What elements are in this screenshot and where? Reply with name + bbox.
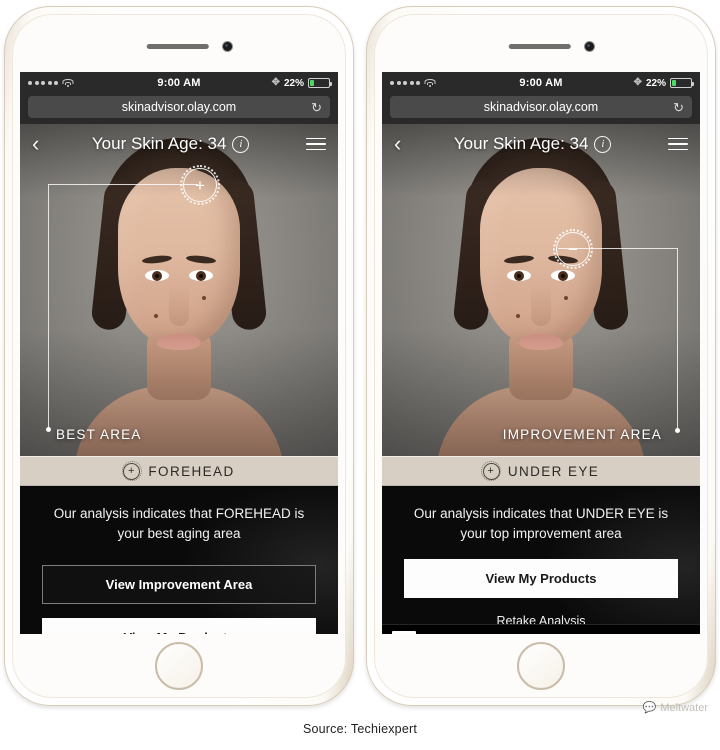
front-camera-icon — [223, 42, 232, 51]
phone-device-left: 9:00 AM ✥ 22% skinadvisor.olay.com ↻ ‹ Y… — [4, 6, 354, 706]
status-bar-time: 9:00 AM — [157, 77, 201, 89]
eye-left — [507, 270, 531, 281]
analysis-panel-right: Our analysis indicates that UNDER EYE is… — [382, 486, 700, 634]
earpiece-speaker-icon — [508, 44, 571, 49]
battery-icon — [308, 78, 332, 88]
status-bar-time: 9:00 AM — [519, 77, 563, 89]
home-button-right[interactable] — [517, 642, 565, 690]
home-button-left[interactable] — [155, 642, 203, 690]
ios-status-bar: 9:00 AM ✥ 22% — [382, 72, 700, 94]
meltwater-watermark: 💬 Meltwater — [643, 702, 708, 714]
earpiece-speaker-icon — [146, 44, 209, 49]
cheek-mole-left — [516, 314, 520, 318]
footer-links-group: Privacy Policy · Terms & Conditions · Ad… — [424, 633, 595, 635]
terms-conditions-link[interactable]: Terms & Conditions — [490, 633, 564, 635]
browser-url-bar[interactable]: skinadvisor.olay.com ↻ — [20, 94, 338, 124]
face-photo-right: − IMPROVEMENT AREA — [382, 124, 700, 456]
analysis-text-left: Our analysis indicates that FOREHEAD is … — [53, 506, 305, 542]
skin-age-title-text: Your Skin Age: 34 — [91, 134, 227, 153]
battery-icon — [670, 78, 694, 88]
url-input[interactable]: skinadvisor.olay.com ↻ — [390, 96, 692, 118]
phone-device-right: 9:00 AM ✥ 22% skinadvisor.olay.com ↻ ‹ Y… — [366, 6, 716, 706]
improvement-area-bracket — [558, 248, 680, 433]
info-icon[interactable]: i — [232, 135, 250, 153]
nose-shape — [531, 284, 551, 326]
view-my-products-button[interactable]: View My Products — [404, 558, 678, 598]
best-area-marker[interactable]: + — [180, 165, 220, 205]
source-caption: Source: Techiexpert — [302, 722, 418, 736]
link-separator: · — [482, 633, 485, 635]
plus-circle-icon: + — [121, 461, 142, 481]
cheek-mole-right — [202, 296, 206, 300]
area-banner-right[interactable]: + UNDER EYE — [382, 456, 700, 486]
url-input[interactable]: skinadvisor.olay.com ↻ — [28, 96, 330, 118]
view-improvement-area-button[interactable]: View Improvement Area — [42, 564, 316, 604]
analysis-text-right: Our analysis indicates that UNDER EYE is… — [413, 506, 669, 542]
banner-label-left: FOREHEAD — [148, 463, 235, 479]
hamburger-menu-icon[interactable] — [306, 137, 326, 151]
area-banner-left[interactable]: + FOREHEAD — [20, 456, 338, 486]
privacy-policy-link[interactable]: Privacy Policy — [424, 633, 477, 635]
reload-icon[interactable]: ↻ — [311, 101, 322, 114]
view-my-products-button[interactable]: View My Products — [42, 617, 316, 634]
watermark-label: Meltwater — [660, 702, 708, 714]
ios-status-bar: 9:00 AM ✥ 22% — [20, 72, 338, 94]
site-footer: ♦ Privacy Policy · Terms & Conditions · … — [382, 624, 700, 634]
reload-icon[interactable]: ↻ — [673, 101, 684, 114]
skin-age-title-text: Your Skin Age: 34 — [453, 134, 589, 153]
url-text: skinadvisor.olay.com — [483, 100, 599, 114]
marker-glyph-left: + — [195, 175, 205, 195]
app-header-left: ‹ Your Skin Age: 34 i — [20, 124, 338, 164]
analysis-panel-left: Our analysis indicates that FOREHEAD is … — [20, 486, 338, 634]
lips-shape — [519, 334, 563, 350]
page-title-right: Your Skin Age: 34 i — [397, 134, 668, 154]
area-label-right: IMPROVEMENT AREA — [502, 427, 662, 442]
hair-side-right — [218, 178, 268, 332]
phone-screen-right: 9:00 AM ✥ 22% skinadvisor.olay.com ↻ ‹ Y… — [382, 72, 700, 634]
face-photo-left: + BEST AREA — [20, 124, 338, 456]
link-separator: · — [568, 633, 571, 635]
phone-screen-left: 9:00 AM ✥ 22% skinadvisor.olay.com ↻ ‹ Y… — [20, 72, 338, 634]
eyebrow-left — [503, 254, 535, 265]
bbb-accredited-business-icon[interactable]: ♦ — [392, 631, 416, 634]
chevron-left-icon[interactable]: ‹ — [394, 133, 401, 155]
url-text: skinadvisor.olay.com — [121, 100, 237, 114]
hair-side-left — [452, 178, 502, 332]
best-area-bracket — [46, 184, 198, 432]
marker-glyph-right: − — [568, 239, 578, 259]
front-camera-icon — [585, 42, 594, 51]
hamburger-menu-icon[interactable] — [668, 137, 688, 151]
area-label-left: BEST AREA — [56, 427, 142, 442]
improvement-area-marker[interactable]: − — [553, 229, 593, 269]
wechat-icon: 💬 — [642, 701, 657, 714]
screenshot-stage: 9:00 AM ✥ 22% skinadvisor.olay.com ↻ ‹ Y… — [0, 0, 720, 750]
plus-circle-icon: + — [481, 461, 502, 481]
page-title-left: Your Skin Age: 34 i — [35, 134, 306, 154]
browser-url-bar[interactable]: skinadvisor.olay.com ↻ — [382, 94, 700, 124]
chevron-left-icon[interactable]: ‹ — [32, 133, 39, 155]
banner-label-right: UNDER EYE — [507, 463, 600, 479]
app-header-right: ‹ Your Skin Age: 34 i — [382, 124, 700, 164]
footer-links-row-1: Privacy Policy · Terms & Conditions · — [424, 633, 595, 635]
info-icon[interactable]: i — [594, 135, 612, 153]
